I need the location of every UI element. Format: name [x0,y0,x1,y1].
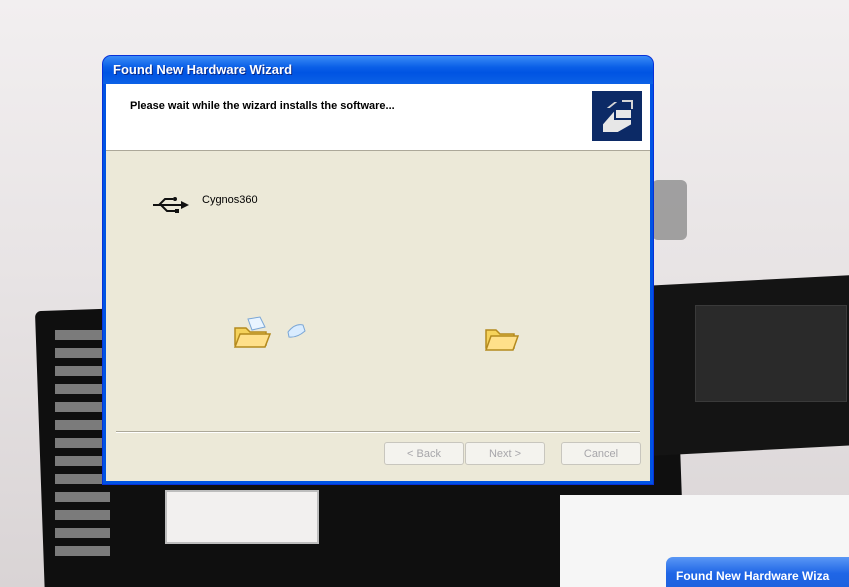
board-pins [55,330,110,560]
title-bar[interactable]: Found New Hardware Wizard [103,56,653,84]
header-title: Please wait while the wizard installs th… [130,100,395,112]
usb-icon [151,196,191,219]
wizard-dialog: Found New Hardware Wizard Please wait wh… [103,56,653,484]
folder-icon [484,324,520,357]
memory-chip [695,305,847,402]
cancel-button[interactable]: Cancel [561,442,641,465]
second-window-titlebar[interactable]: Found New Hardware Wiza [666,557,849,587]
gray-object [652,180,687,240]
ribbon-connector [165,490,319,544]
folder-open-icon [232,316,272,355]
second-window-title: Found New Hardware Wiza [676,569,830,583]
dialog-client: Please wait while the wizard installs th… [106,84,650,481]
paper-icon [285,322,307,345]
separator [116,431,640,433]
back-button[interactable]: < Back [384,442,464,465]
next-button[interactable]: Next > [465,442,545,465]
window-title: Found New Hardware Wizard [113,62,293,77]
hardware-wizard-icon [592,91,642,141]
device-name: Cygnos360 [202,194,258,206]
wizard-header: Please wait while the wizard installs th… [106,84,650,151]
